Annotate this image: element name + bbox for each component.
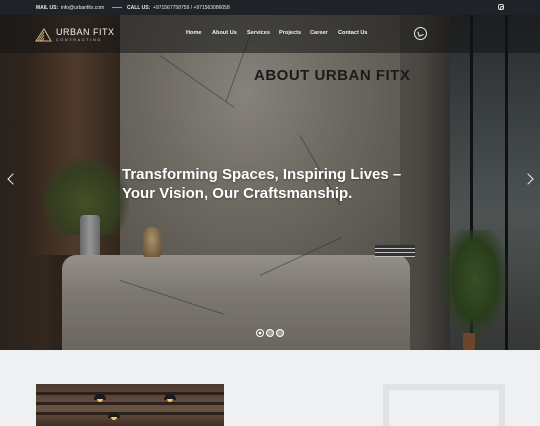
site-logo[interactable]: URBAN FITX CONTRACTING — [35, 26, 115, 46]
phone-link[interactable]: +971567758759 / +971563086058 — [153, 5, 230, 11]
logo-tagline: CONTRACTING — [56, 38, 103, 42]
nav-home[interactable]: Home — [186, 30, 202, 36]
mail-link[interactable]: info@urbanfitx.com — [61, 5, 104, 11]
pendant-lamp — [94, 394, 106, 402]
mail-label: MAIL US: — [36, 5, 59, 11]
topbar-divider — [112, 7, 122, 8]
logo-mark-icon — [35, 28, 52, 42]
nav-career[interactable]: Career — [310, 30, 328, 36]
ceiling-beam — [36, 412, 224, 415]
ceiling-beam — [36, 392, 224, 395]
about-image — [36, 384, 224, 426]
logo-name: URBAN FITX — [56, 27, 115, 37]
slider-dot-3[interactable] — [276, 329, 284, 337]
hero-headline-line1: Transforming Spaces, Inspiring Lives – — [122, 166, 402, 183]
slider-dot-1[interactable] — [256, 329, 264, 337]
hero-headline-line2: Your Vision, Our Craftsmanship. — [122, 185, 353, 202]
nav-about-us[interactable]: About Us — [212, 30, 237, 36]
nav-projects[interactable]: Projects — [279, 30, 301, 36]
nav-services[interactable]: Services — [247, 30, 270, 36]
top-info-bar: MAIL US: info@urbanfitx.com CALL US: +97… — [0, 0, 540, 15]
call-label: CALL US: — [127, 5, 151, 11]
about-title: ABOUT URBAN FITX — [254, 67, 411, 84]
pendant-lamp — [164, 394, 176, 402]
about-section — [0, 350, 540, 426]
whatsapp-icon[interactable] — [414, 27, 427, 40]
ceiling-beam — [36, 402, 224, 405]
nav-contact-us[interactable]: Contact Us — [338, 30, 368, 36]
pendant-lamp — [108, 412, 120, 420]
hero-headline: Transforming Spaces, Inspiring Lives – Y… — [122, 165, 442, 203]
chevron-right-icon[interactable] — [524, 172, 534, 186]
about-decor-frame — [383, 384, 505, 426]
instagram-icon[interactable] — [498, 4, 504, 10]
chevron-left-icon[interactable] — [6, 172, 16, 186]
slider-dot-2[interactable] — [266, 329, 274, 337]
